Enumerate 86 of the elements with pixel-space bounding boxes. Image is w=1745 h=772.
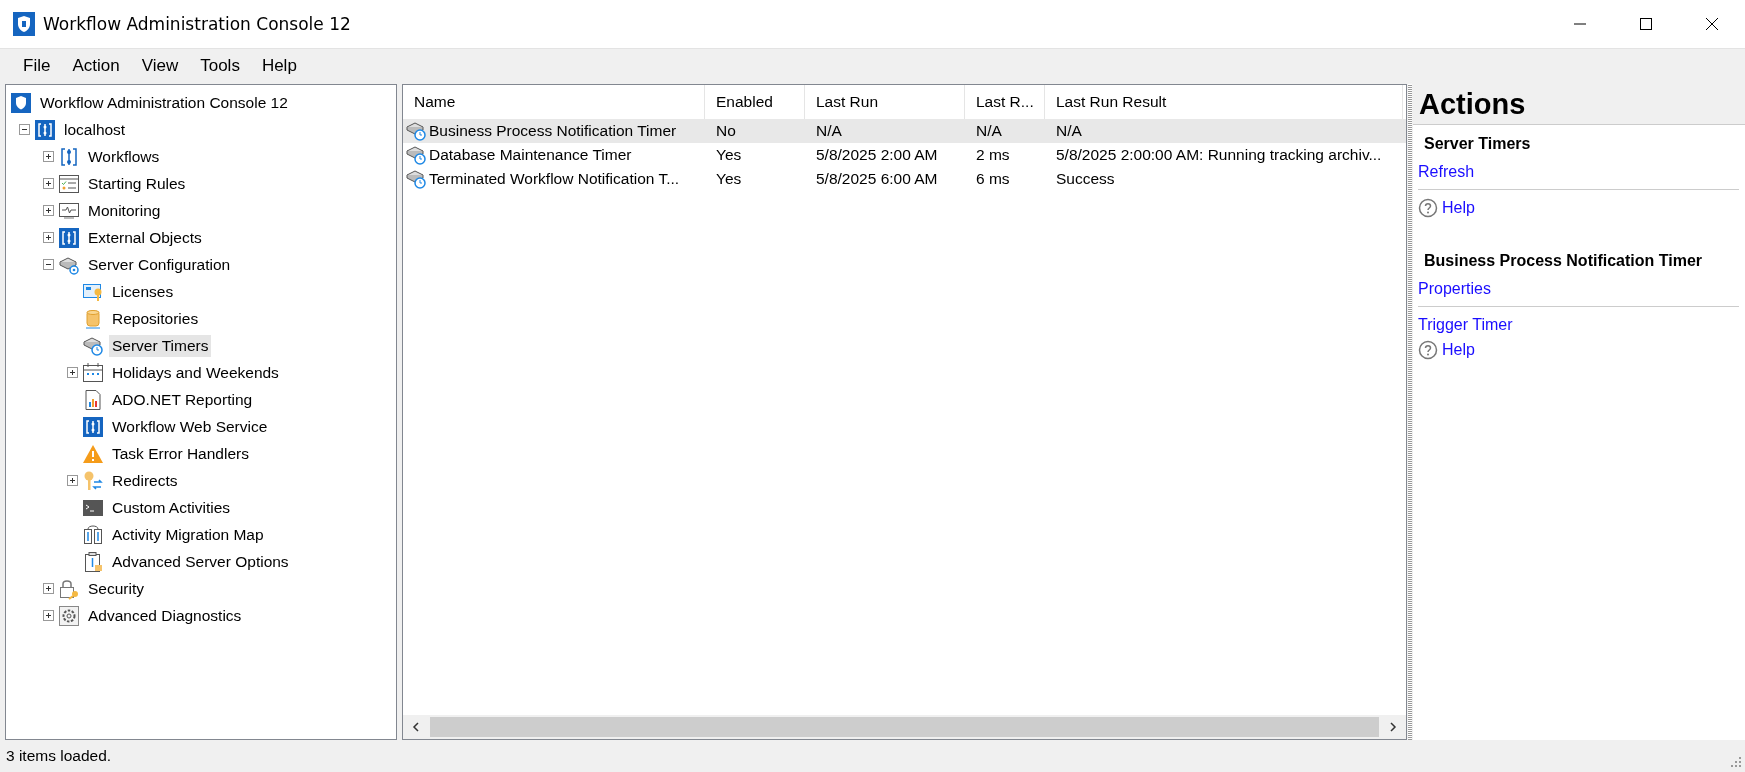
- action-link[interactable]: Refresh: [1418, 162, 1475, 181]
- scroll-left-icon[interactable]: [411, 721, 421, 733]
- calendar-icon: [82, 361, 104, 384]
- report-icon: [82, 388, 104, 411]
- table-row[interactable]: Business Process Notification Timer No N/A N/A N/A: [403, 119, 1406, 143]
- menu-item[interactable]: View: [130, 52, 190, 80]
- clipboard-icon: [82, 550, 104, 573]
- server-clock-icon: [405, 168, 427, 190]
- collapse-icon[interactable]: [42, 259, 54, 270]
- shield-icon: [13, 12, 35, 36]
- lock-key-icon: [58, 577, 80, 600]
- table-cell: Yes: [716, 146, 742, 164]
- checklist-icon: [58, 172, 80, 195]
- tree-item[interactable]: Task Error Handlers: [109, 442, 252, 465]
- tree-item[interactable]: Redirects: [109, 469, 181, 492]
- workflow-box-icon: [34, 118, 56, 141]
- tree-item[interactable]: Repositories: [109, 307, 202, 330]
- action-link[interactable]: Trigger Timer: [1418, 315, 1513, 334]
- workflow-box-icon: [58, 226, 80, 249]
- tree-item[interactable]: Holidays and Weekends: [109, 361, 282, 384]
- section-title: Server Timers: [1423, 134, 1532, 154]
- actions-title: Actions: [1413, 84, 1745, 125]
- help-icon[interactable]: [1418, 339, 1438, 360]
- table-cell: N/A: [976, 122, 1002, 140]
- table-cell: 5/8/2025 2:00 AM: [816, 146, 938, 164]
- tree-item[interactable]: Licenses: [109, 280, 177, 303]
- tree-item[interactable]: Workflows: [85, 145, 163, 168]
- table-cell: N/A: [816, 122, 842, 140]
- tree-item[interactable]: Monitoring: [85, 199, 164, 222]
- resize-grip-icon[interactable]: [1731, 757, 1741, 767]
- tree-item[interactable]: Server Configuration: [85, 253, 234, 276]
- expand-icon[interactable]: [42, 151, 54, 162]
- tree-item[interactable]: Server Timers: [109, 334, 212, 357]
- workflow-icon: [58, 145, 80, 168]
- tree-item[interactable]: Starting Rules: [85, 172, 189, 195]
- section-title: Business Process Notification Timer: [1423, 251, 1703, 271]
- gear-icon: [58, 604, 80, 627]
- expand-icon[interactable]: [42, 232, 54, 243]
- scroll-right-icon[interactable]: [1388, 721, 1398, 733]
- help-icon[interactable]: [1418, 197, 1438, 218]
- status-text: 3 items loaded.: [6, 747, 112, 765]
- migration-map-icon: [82, 523, 104, 546]
- expand-icon[interactable]: [42, 178, 54, 189]
- key-arrows-icon: [82, 469, 104, 492]
- tree-item[interactable]: External Objects: [85, 226, 205, 249]
- table-row[interactable]: Database Maintenance Timer Yes 5/8/2025 2:00 AM 2 ms 5/8/2025 2:00:00 AM: Running tracking archiv...: [403, 143, 1406, 167]
- table-cell: 5/8/2025 6:00 AM: [816, 170, 938, 188]
- tree-item[interactable]: Workflow Web Service: [109, 415, 271, 438]
- expand-icon[interactable]: [42, 583, 54, 594]
- table-cell: No: [716, 122, 736, 140]
- table-cell: 2 ms: [976, 146, 1010, 164]
- menu-item[interactable]: Action: [61, 52, 131, 80]
- tree-item[interactable]: Advanced Server Options: [109, 550, 292, 573]
- table-row[interactable]: Terminated Workflow Notification T... Yes 5/8/2025 6:00 AM 6 ms Success: [403, 167, 1406, 191]
- table-cell: 5/8/2025 2:00:00 AM: Running tracking archiv...: [1056, 146, 1382, 164]
- tree-item[interactable]: Advanced Diagnostics: [85, 604, 245, 627]
- shield-icon: [10, 91, 32, 114]
- menu-item[interactable]: Help: [250, 52, 308, 80]
- tree-item[interactable]: Security: [85, 577, 147, 600]
- action-link[interactable]: Help: [1442, 340, 1475, 359]
- server-clock-icon: [405, 144, 427, 166]
- table-cell: Database Maintenance Timer: [429, 146, 632, 164]
- table-cell: Business Process Notification Timer: [429, 122, 677, 140]
- tree-item[interactable]: Activity Migration Map: [109, 523, 267, 546]
- action-link[interactable]: Help: [1442, 198, 1475, 217]
- server-clock-icon: [405, 120, 427, 142]
- workflow-box-icon: [82, 415, 104, 438]
- table-cell: Success: [1056, 170, 1115, 188]
- window-title: Workflow Administration Console 12: [43, 14, 351, 34]
- tree-item[interactable]: localhost: [61, 118, 129, 141]
- expand-icon[interactable]: [66, 367, 78, 378]
- tree-item[interactable]: ADO.NET Reporting: [109, 388, 256, 411]
- tree-item[interactable]: Custom Activities: [109, 496, 233, 519]
- expand-icon[interactable]: [42, 610, 54, 621]
- table-cell: N/A: [1056, 122, 1082, 140]
- menu-item[interactable]: File: [12, 52, 62, 80]
- horizontal-scrollbar[interactable]: [403, 715, 1406, 739]
- table-cell: 6 ms: [976, 170, 1010, 188]
- table-cell: Terminated Workflow Notification T...: [429, 170, 680, 188]
- table-cell: Yes: [716, 170, 742, 188]
- tree-item[interactable]: Workflow Administration Console 12: [37, 91, 291, 114]
- expand-icon[interactable]: [42, 205, 54, 216]
- collapse-icon[interactable]: [18, 124, 30, 135]
- action-link[interactable]: Properties: [1418, 279, 1491, 298]
- menu-item[interactable]: Tools: [189, 52, 251, 80]
- expand-icon[interactable]: [66, 475, 78, 486]
